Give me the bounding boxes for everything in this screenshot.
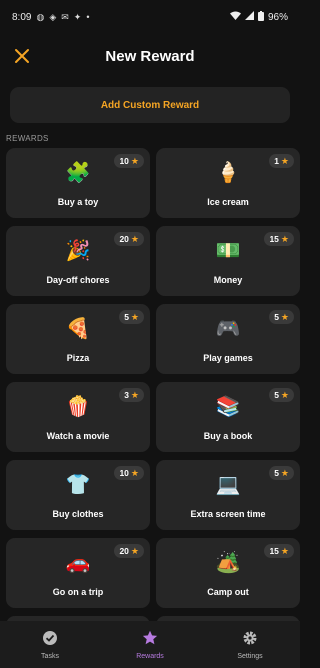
ice-cream-icon: 🍦: [215, 162, 241, 184]
reward-card[interactable]: 1 ★ 🍦 Ice cream: [156, 148, 300, 218]
reward-label: Ice cream: [207, 197, 249, 207]
sync-icon: ◍: [36, 11, 45, 22]
check-circle-icon: [42, 630, 58, 650]
add-custom-reward-label: Add Custom Reward: [100, 99, 200, 111]
reward-label: Extra screen time: [190, 509, 266, 519]
star-icon: [142, 630, 158, 650]
puzzle-icon: 🧩: [65, 162, 91, 184]
reward-label: Money: [213, 275, 243, 285]
camping-icon: 🏕️: [215, 552, 241, 574]
page-title: New Reward: [105, 47, 195, 65]
nav-rewards[interactable]: Rewards: [100, 621, 200, 668]
reward-card[interactable]: 20 ★ 🎉 Day-off chores: [6, 226, 150, 296]
reward-label: Camp out: [207, 587, 249, 597]
status-left: 8:09 ◍ ◈ ✉ ✦ •: [12, 12, 90, 23]
reward-card[interactable]: 5 ★ 🍕 Pizza: [6, 304, 150, 374]
reward-label: Day-off chores: [46, 275, 110, 285]
close-button[interactable]: [10, 44, 34, 68]
books-icon: 📚: [215, 396, 241, 418]
nav-settings-label: Settings: [237, 652, 263, 660]
reward-label: Buy a toy: [57, 197, 99, 207]
reward-label: Go on a trip: [52, 587, 104, 597]
battery-icon: [257, 10, 264, 24]
wifi-icon: [229, 11, 241, 23]
reward-card[interactable]: 20 ★ 🚗 Go on a trip: [6, 538, 150, 608]
status-bar: 8:09 ◍ ◈ ✉ ✦ • 96%: [0, 0, 300, 34]
car-icon: 🚗: [65, 552, 91, 574]
t-shirt-icon: 👕: [65, 474, 91, 496]
nav-tasks-label: Tasks: [41, 652, 59, 660]
close-icon: [15, 49, 29, 63]
battery-percent: 96%: [267, 11, 288, 23]
money-icon: 💵: [215, 240, 241, 262]
nav-rewards-label: Rewards: [136, 652, 164, 660]
reward-label: Watch a movie: [46, 431, 110, 441]
nav-tasks[interactable]: Tasks: [0, 621, 100, 668]
add-custom-reward-button[interactable]: Add Custom Reward: [10, 87, 290, 123]
status-right: 96%: [229, 10, 288, 24]
gear-icon: [242, 630, 258, 650]
reward-card[interactable]: 3 ★ 🍿 Watch a movie: [6, 382, 150, 452]
reward-card[interactable]: 15 ★ 🏕️ Camp out: [156, 538, 300, 608]
reward-label: Play games: [203, 353, 253, 363]
status-time: 8:09: [12, 11, 32, 23]
header: New Reward: [0, 38, 300, 74]
dot-icon: •: [86, 12, 90, 22]
reward-card[interactable]: 10 ★ 🧩 Buy a toy: [6, 148, 150, 218]
laptop-icon: 💻: [215, 474, 241, 496]
reward-card[interactable]: 5 ★ 💻 Extra screen time: [156, 460, 300, 530]
signal-icon: [244, 11, 254, 23]
pizza-icon: 🍕: [65, 318, 91, 340]
game-icon: ✦: [73, 11, 82, 22]
party-popper-icon: 🎉: [65, 240, 91, 262]
popcorn-icon: 🍿: [65, 396, 91, 418]
gmail-icon: ✉: [61, 11, 69, 22]
game-controller-icon: 🎮: [215, 318, 241, 340]
reward-card[interactable]: 5 ★ 🎮 Play games: [156, 304, 300, 374]
reward-label: Buy a book: [203, 431, 253, 441]
section-label: REWARDS: [6, 134, 49, 143]
bottom-nav: Tasks Rewards Settings: [0, 621, 300, 668]
reward-card[interactable]: 5 ★ 📚 Buy a book: [156, 382, 300, 452]
reward-card[interactable]: 15 ★ 💵 Money: [156, 226, 300, 296]
reward-label: Pizza: [66, 353, 90, 363]
reward-card[interactable]: 10 ★ 👕 Buy clothes: [6, 460, 150, 530]
discord-icon: ◈: [49, 11, 57, 22]
reward-label: Buy clothes: [52, 509, 104, 519]
nav-settings[interactable]: Settings: [200, 621, 300, 668]
